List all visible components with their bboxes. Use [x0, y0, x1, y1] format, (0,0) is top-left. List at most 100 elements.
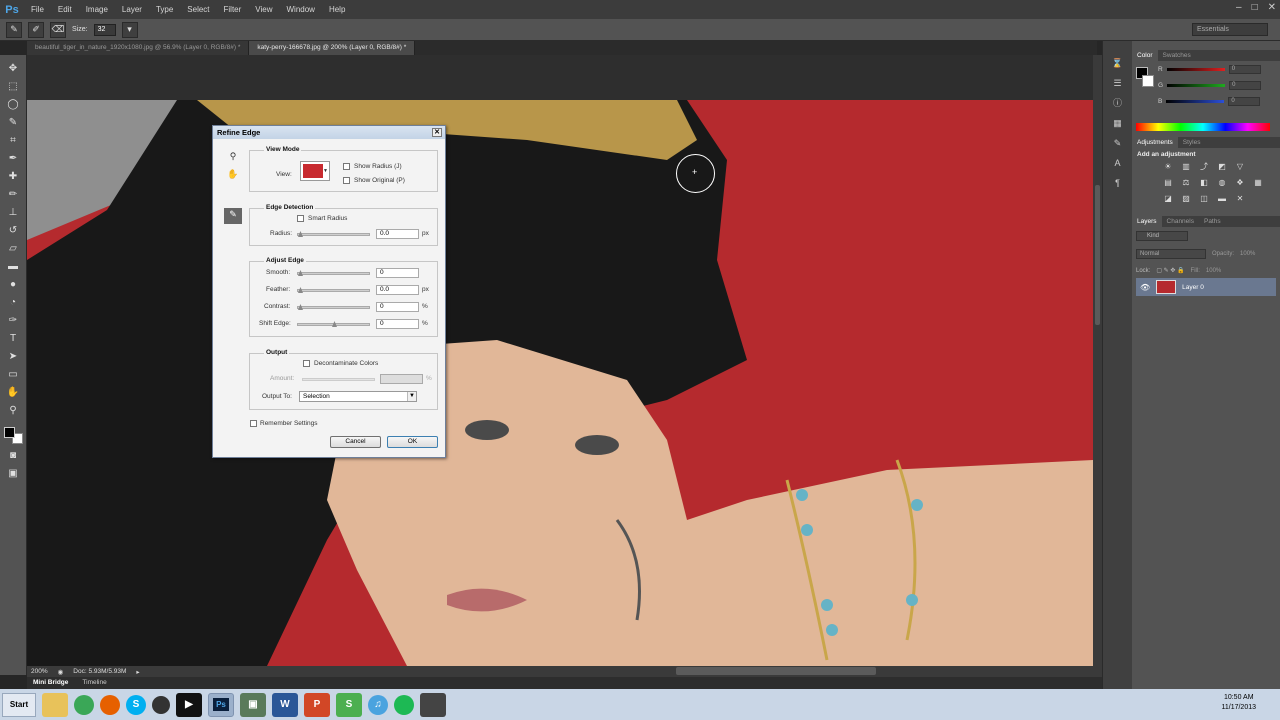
vibrance-icon[interactable]: ▽: [1234, 162, 1246, 172]
threshold-icon[interactable]: ◫: [1198, 194, 1210, 204]
horizontal-scroll-thumb[interactable]: [676, 667, 876, 675]
brush-panel-icon[interactable]: ✎: [1111, 137, 1125, 149]
smooth-input[interactable]: 0: [376, 268, 419, 278]
remember-settings-checkbox[interactable]: [250, 420, 257, 427]
bg-color-preview[interactable]: [1142, 75, 1154, 87]
tab-timeline[interactable]: Timeline: [82, 677, 106, 689]
zoom-level[interactable]: 200%: [31, 668, 48, 675]
tab-adjustments[interactable]: Adjustments: [1132, 137, 1178, 148]
system-clock[interactable]: 10:50 AM 11/17/2013: [1221, 693, 1256, 713]
blur-tool-icon[interactable]: ●: [6, 277, 21, 291]
tab-color[interactable]: Color: [1132, 50, 1158, 61]
minimize-button[interactable]: –: [1236, 0, 1242, 16]
photoshop-taskbar-icon[interactable]: Ps: [208, 692, 234, 717]
gradient-tool-icon[interactable]: ▬: [6, 259, 21, 273]
contrast-input[interactable]: 0: [376, 302, 419, 312]
layer-row[interactable]: 👁 Layer 0: [1136, 278, 1276, 296]
selective-color-icon[interactable]: ✕: [1234, 194, 1246, 204]
document-canvas[interactable]: [27, 100, 1093, 666]
fill-value[interactable]: 100%: [1206, 268, 1221, 274]
size-dropdown-icon[interactable]: ▾: [121, 21, 138, 38]
tab-paths[interactable]: Paths: [1199, 216, 1226, 227]
quick-select-tool-icon[interactable]: ✎: [6, 115, 21, 129]
stamp-tool-icon[interactable]: ⊥: [6, 205, 21, 219]
levels-icon[interactable]: ▥: [1180, 162, 1192, 172]
posterize-icon[interactable]: ▨: [1180, 194, 1192, 204]
swatch-panel-icon[interactable]: ▦: [1111, 117, 1125, 129]
explorer-icon[interactable]: [42, 692, 68, 717]
invert-icon[interactable]: ◪: [1162, 194, 1174, 204]
amount-input[interactable]: [380, 374, 423, 384]
brightness-icon[interactable]: ☀: [1162, 162, 1174, 172]
zoom-tool-icon[interactable]: ⚲: [6, 403, 21, 417]
sway-icon[interactable]: S: [336, 692, 362, 717]
brush-mode-icon[interactable]: ✐: [28, 21, 44, 38]
smart-radius-checkbox[interactable]: [297, 215, 304, 222]
tab-katy-perry[interactable]: katy-perry-166678.jpg @ 200% (Layer 0, R…: [249, 41, 416, 55]
feather-input[interactable]: 0.0: [376, 285, 419, 295]
shift-edge-input[interactable]: 0: [376, 319, 419, 329]
gradient-map-icon[interactable]: ▬: [1216, 194, 1228, 204]
vertical-scroll-thumb[interactable]: [1095, 185, 1100, 325]
kind-filter[interactable]: Kind: [1136, 231, 1188, 241]
skype-icon[interactable]: S: [126, 694, 146, 715]
exposure-icon[interactable]: ◩: [1216, 162, 1228, 172]
r-value[interactable]: 0: [1228, 64, 1261, 74]
tab-tiger[interactable]: beautiful_tiger_in_nature_1920x1080.jpg …: [27, 41, 250, 55]
radius-slider[interactable]: [297, 231, 370, 237]
hue-saturation-icon[interactable]: ▤: [1162, 178, 1174, 188]
chrome-icon[interactable]: [74, 694, 94, 715]
color-balance-icon[interactable]: ⚖: [1180, 178, 1192, 188]
menu-file[interactable]: File: [24, 0, 51, 19]
close-button[interactable]: ✕: [1268, 0, 1276, 16]
lock-icons[interactable]: ▢ ✎ ✥ 🔒: [1156, 267, 1184, 274]
menu-help[interactable]: Help: [322, 0, 352, 19]
menu-window[interactable]: Window: [280, 0, 322, 19]
itunes-icon[interactable]: ♫: [368, 694, 388, 715]
erase-mode-icon[interactable]: ⌫: [50, 21, 66, 38]
eye-icon[interactable]: 👁: [1140, 283, 1150, 292]
firefox-icon[interactable]: [100, 694, 120, 715]
paragraph-panel-icon[interactable]: ¶: [1111, 177, 1125, 189]
dialog-close-button[interactable]: ✕: [432, 128, 442, 137]
menu-filter[interactable]: Filter: [217, 0, 249, 19]
app-icon[interactable]: [152, 695, 170, 714]
amount-slider[interactable]: [302, 378, 375, 381]
radius-input[interactable]: 0.0: [376, 229, 419, 239]
feather-slider[interactable]: [297, 287, 370, 293]
blend-mode-select[interactable]: Normal: [1136, 249, 1206, 259]
quick-mask-icon[interactable]: ◙: [6, 448, 21, 462]
start-button[interactable]: Start: [2, 692, 36, 717]
tab-layers[interactable]: Layers: [1132, 216, 1162, 227]
maximize-button[interactable]: □: [1252, 0, 1258, 16]
menu-edit[interactable]: Edit: [51, 0, 79, 19]
eyedropper-tool-icon[interactable]: ✒: [6, 151, 21, 165]
foreground-color-swatch[interactable]: [3, 427, 15, 438]
menu-view[interactable]: View: [248, 0, 279, 19]
history-panel-icon[interactable]: ⌛: [1111, 57, 1125, 69]
status-arrow-icon[interactable]: ▸: [136, 668, 139, 676]
tab-channels[interactable]: Channels: [1162, 216, 1199, 227]
media-player-icon[interactable]: ▶: [176, 692, 202, 717]
photo-viewer-icon[interactable]: ▣: [240, 692, 266, 717]
b-value[interactable]: 0: [1228, 96, 1261, 106]
tab-swatches[interactable]: Swatches: [1158, 50, 1196, 61]
channel-mixer-icon[interactable]: ❖: [1234, 178, 1246, 188]
menu-type[interactable]: Type: [149, 0, 180, 19]
tab-styles[interactable]: Styles: [1178, 137, 1206, 148]
r-slider[interactable]: [1166, 67, 1225, 71]
opacity-value[interactable]: 100%: [1240, 251, 1255, 257]
vertical-scrollbar[interactable]: [1093, 55, 1102, 666]
dodge-tool-icon[interactable]: ◔: [6, 295, 21, 309]
hand-tool-icon[interactable]: ✋: [6, 385, 21, 399]
move-tool-icon[interactable]: ✥: [6, 61, 21, 75]
marquee-tool-icon[interactable]: ⬚: [6, 79, 21, 93]
menu-image[interactable]: Image: [79, 0, 115, 19]
path-select-tool-icon[interactable]: ➤: [6, 349, 21, 363]
color-swatches[interactable]: [3, 427, 23, 444]
decontaminate-checkbox[interactable]: [303, 360, 310, 367]
show-original-checkbox[interactable]: [343, 177, 350, 184]
menu-select[interactable]: Select: [180, 0, 216, 19]
output-to-select[interactable]: Selection ▼: [299, 391, 417, 402]
status-info-icon[interactable]: ◉: [58, 668, 64, 676]
